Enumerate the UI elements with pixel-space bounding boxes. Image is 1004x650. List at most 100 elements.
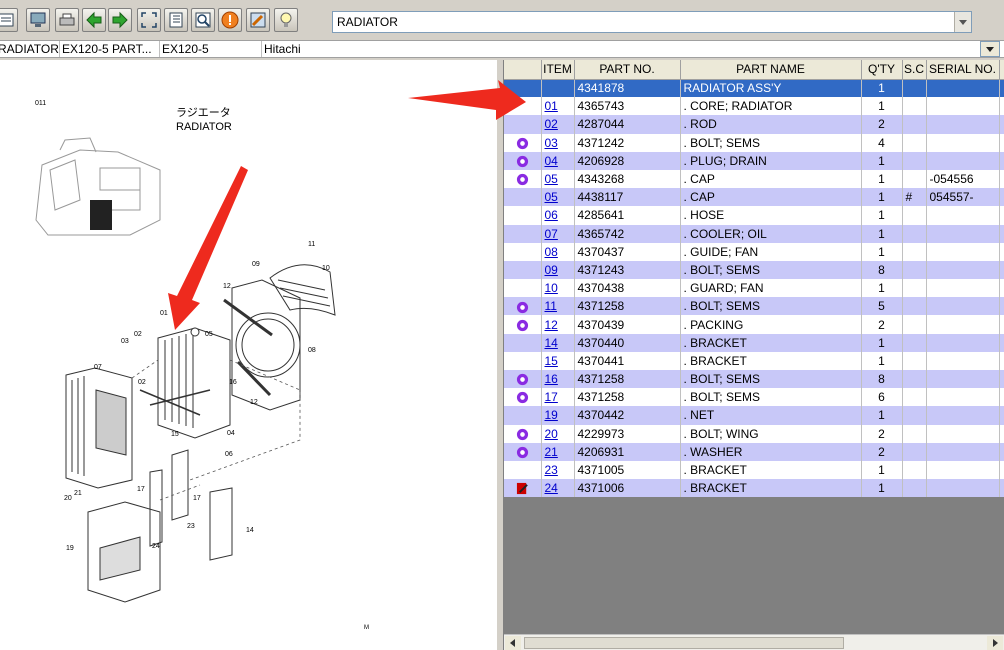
breadcrumb-parts-list[interactable]: EX120-5 PART...: [60, 41, 160, 57]
row-qty: 1: [861, 224, 903, 243]
row-part-name: . PACKING: [680, 315, 862, 334]
item-number-link[interactable]: 24: [545, 481, 558, 495]
column-header-extra[interactable]: I: [999, 60, 1004, 80]
table-row[interactable]: 23 4371005. BRACKET 1: [504, 460, 1004, 480]
table-row[interactable]: 05 4343268. CAP 1 -054556: [504, 169, 1004, 189]
gear-icon[interactable]: [516, 446, 529, 459]
item-number-link[interactable]: 10: [545, 281, 558, 295]
row-extra: [999, 115, 1004, 134]
item-number-link[interactable]: 06: [545, 208, 558, 222]
breadcrumb-category[interactable]: RADIATOR: [0, 41, 60, 57]
table-row[interactable]: 17 4371258. BOLT; SEMS 6: [504, 388, 1004, 407]
monitor-button[interactable]: [26, 8, 50, 32]
table-row[interactable]: 01 4365743. CORE; RADIATOR 1: [504, 97, 1004, 116]
gear-icon[interactable]: [516, 319, 529, 332]
print-button[interactable]: [55, 8, 79, 32]
forward-button[interactable]: [108, 8, 132, 32]
item-number-link[interactable]: 08: [545, 245, 558, 259]
item-number-link[interactable]: 05: [545, 172, 558, 186]
settings-button[interactable]: [246, 8, 270, 32]
scroll-right-button[interactable]: [987, 636, 1003, 650]
print-preview-button[interactable]: [0, 8, 18, 32]
item-number-link[interactable]: 23: [545, 463, 558, 477]
item-number-link[interactable]: 20: [545, 427, 558, 441]
gear-icon[interactable]: [516, 155, 529, 168]
edit-note-icon[interactable]: [516, 482, 529, 495]
table-row[interactable]: 16 4371258. BOLT; SEMS 8: [504, 370, 1004, 389]
row-qty: 1: [861, 479, 903, 498]
column-header-serial-no[interactable]: SERIAL NO.: [926, 60, 1000, 80]
table-row[interactable]: 04 4206928. PLUG; DRAIN 1: [504, 151, 1004, 170]
row-part-name: . BRACKET: [680, 333, 862, 352]
item-number-link[interactable]: 17: [545, 390, 558, 404]
item-number-link[interactable]: 21: [545, 445, 558, 459]
search-combobox[interactable]: [332, 11, 972, 33]
table-row[interactable]: 11 4371258. BOLT; SEMS 5: [504, 297, 1004, 316]
row-part-name: . BOLT; SEMS: [680, 297, 862, 316]
horizontal-scrollbar[interactable]: [504, 634, 1004, 650]
table-row[interactable]: 4341878 RADIATOR ASS'Y 1: [504, 79, 1004, 98]
item-number-link[interactable]: 16: [545, 372, 558, 386]
row-item-cell: 15: [541, 351, 575, 370]
fit-screen-button[interactable]: [137, 8, 161, 32]
table-row[interactable]: 09 4371243. BOLT; SEMS 8: [504, 260, 1004, 280]
table-row[interactable]: 24 4371006. BRACKET 1: [504, 479, 1004, 498]
item-number-link[interactable]: 15: [545, 354, 558, 368]
table-row[interactable]: 21 4206931. WASHER 2: [504, 442, 1004, 461]
list-view-button[interactable]: [164, 8, 188, 32]
item-number-link[interactable]: 14: [545, 336, 558, 350]
search-input[interactable]: [333, 12, 953, 32]
breadcrumb-maker[interactable]: Hitachi: [262, 41, 978, 57]
gear-icon[interactable]: [516, 428, 529, 441]
column-header-part-no[interactable]: PART NO.: [574, 60, 681, 80]
table-row[interactable]: 19 4370442. NET 1: [504, 406, 1004, 425]
breadcrumb-dropdown-arrow[interactable]: [980, 41, 1000, 57]
scroll-thumb[interactable]: [524, 637, 844, 649]
table-row[interactable]: 14 4370440. BRACKET 1: [504, 333, 1004, 352]
column-header-part-name[interactable]: PART NAME: [680, 60, 862, 80]
row-qty: 1: [861, 206, 903, 225]
tip-button[interactable]: [274, 8, 298, 32]
info-button[interactable]: [218, 8, 242, 32]
gear-icon[interactable]: [516, 173, 529, 186]
item-number-link[interactable]: 19: [545, 408, 558, 422]
search-dropdown-arrow[interactable]: [954, 12, 971, 32]
zoom-button[interactable]: [191, 8, 215, 32]
gear-icon[interactable]: [516, 301, 529, 314]
item-number-link[interactable]: 05: [545, 190, 558, 204]
item-number-link[interactable]: 11: [545, 299, 557, 313]
item-number-link[interactable]: 02: [545, 117, 558, 131]
table-row[interactable]: 20 4229973. BOLT; WING 2: [504, 424, 1004, 443]
back-button[interactable]: [82, 8, 106, 32]
table-row[interactable]: 03 4371242. BOLT; SEMS 4: [504, 133, 1004, 152]
table-row[interactable]: 12 4370439. PACKING 2: [504, 315, 1004, 334]
row-extra: [999, 333, 1004, 352]
item-number-link[interactable]: 09: [545, 263, 558, 277]
gear-icon[interactable]: [516, 137, 529, 150]
item-number-link[interactable]: 01: [545, 99, 558, 113]
table-row[interactable]: 05 4438117. CAP 1 #054557-: [504, 188, 1004, 207]
scroll-left-button[interactable]: [505, 636, 521, 650]
row-sc: [902, 388, 927, 407]
row-part-no: 4343268: [574, 169, 681, 189]
row-icon-cell: [504, 351, 542, 370]
item-number-link[interactable]: 07: [545, 227, 558, 241]
column-header-icon[interactable]: [504, 60, 542, 80]
table-row[interactable]: 02 4287044. ROD 2: [504, 115, 1004, 134]
gear-icon[interactable]: [516, 391, 529, 404]
column-header-sc[interactable]: S.C: [902, 60, 927, 80]
table-row[interactable]: 07 4365742. COOLER; OIL 1: [504, 224, 1004, 243]
item-number-link[interactable]: 03: [545, 136, 558, 150]
row-item-cell: 07: [541, 224, 575, 243]
column-header-item[interactable]: ITEM: [541, 60, 575, 80]
item-number-link[interactable]: 12: [545, 318, 558, 332]
item-number-link[interactable]: 04: [545, 154, 558, 168]
pane-splitter[interactable]: [496, 60, 504, 650]
table-row[interactable]: 06 4285641. HOSE 1: [504, 206, 1004, 225]
breadcrumb-model[interactable]: EX120-5: [160, 41, 262, 57]
table-row[interactable]: 08 4370437. GUIDE; FAN 1: [504, 242, 1004, 261]
table-row[interactable]: 10 4370438. GUARD; FAN 1: [504, 279, 1004, 298]
table-row[interactable]: 15 4370441. BRACKET 1: [504, 351, 1004, 370]
column-header-qty[interactable]: Q'TY: [861, 60, 903, 80]
gear-icon[interactable]: [516, 373, 529, 386]
